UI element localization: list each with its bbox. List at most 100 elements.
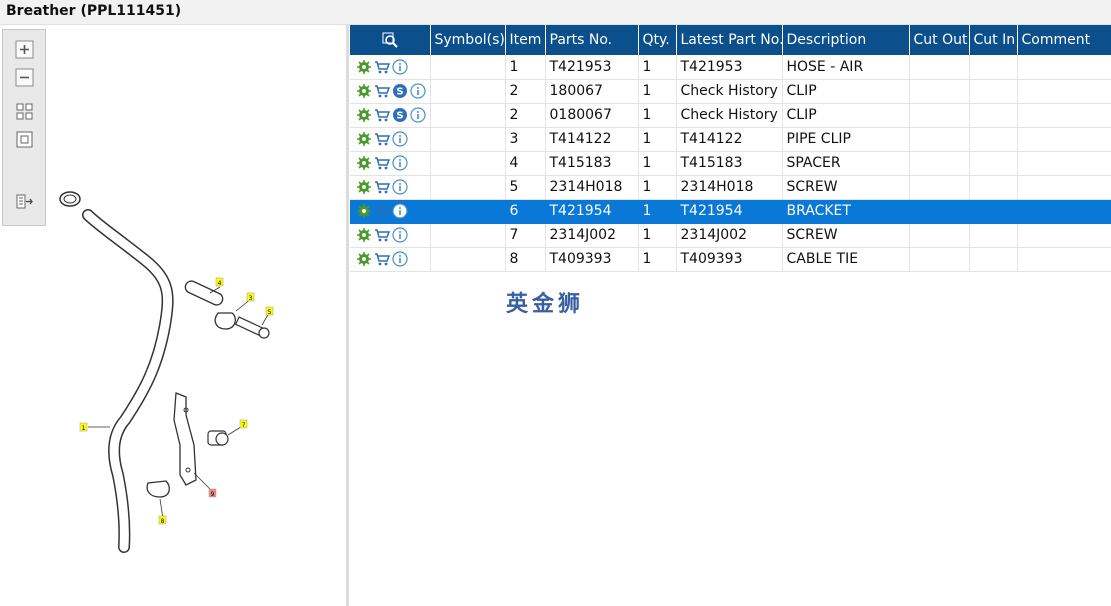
cart-icon[interactable] xyxy=(374,59,390,75)
cut-out-cell xyxy=(909,79,970,104)
s-icon[interactable]: S xyxy=(392,107,408,123)
callout-3[interactable]: 3 xyxy=(246,292,255,302)
cut-in-cell xyxy=(969,79,1018,104)
parts-table: Symbol(s) Item Parts No. Qty. Latest Par… xyxy=(350,25,1111,272)
column-header-latest-part-no[interactable]: Latest Part No. xyxy=(676,25,783,55)
row-actions-cell: S xyxy=(350,103,431,128)
column-header-actions[interactable] xyxy=(350,25,431,55)
info-icon[interactable] xyxy=(392,251,408,267)
fit-window-icon[interactable] xyxy=(15,130,34,149)
column-header-item[interactable]: Item xyxy=(505,25,546,55)
description-cell: BRACKET xyxy=(782,199,910,224)
settings-icon[interactable] xyxy=(356,251,372,267)
table-row[interactable]: 7 2314J002 1 2314J002 SCREW xyxy=(350,223,1111,248)
settings-icon[interactable] xyxy=(356,83,372,99)
qty-cell: 1 xyxy=(638,151,677,176)
info-icon[interactable] xyxy=(392,227,408,243)
cut-in-cell xyxy=(969,199,1018,224)
cart-icon[interactable] xyxy=(374,203,390,219)
zoom-in-icon[interactable] xyxy=(15,40,34,59)
column-header-cut-out[interactable]: Cut Out xyxy=(909,25,970,55)
table-row[interactable]: S 2 0180067 1 Check History CLIP xyxy=(350,103,1111,128)
settings-icon[interactable] xyxy=(356,179,372,195)
item-cell: 7 xyxy=(505,223,546,248)
comment-cell xyxy=(1017,247,1111,272)
cart-icon[interactable] xyxy=(374,131,390,147)
zoom-out-icon[interactable] xyxy=(15,68,34,87)
cart-icon[interactable] xyxy=(374,251,390,267)
row-actions-cell xyxy=(350,247,431,272)
search-parts-icon[interactable] xyxy=(382,32,398,48)
qty-cell: 1 xyxy=(638,247,677,272)
column-header-cut-in[interactable]: Cut In xyxy=(969,25,1018,55)
settings-icon[interactable] xyxy=(356,131,372,147)
part-number-cell: T421954 xyxy=(545,199,639,224)
info-icon[interactable] xyxy=(410,107,426,123)
latest-part-number-cell: T409393 xyxy=(676,247,783,272)
cut-in-cell xyxy=(969,175,1018,200)
callout-9[interactable]: 9 xyxy=(208,488,217,498)
qty-cell: 1 xyxy=(638,55,677,80)
info-icon[interactable] xyxy=(392,203,408,219)
cart-icon[interactable] xyxy=(374,227,390,243)
table-row[interactable]: 8 T409393 1 T409393 CABLE TIE xyxy=(350,247,1111,272)
cart-icon[interactable] xyxy=(374,155,390,171)
item-cell: 2 xyxy=(505,103,546,128)
cut-in-cell xyxy=(969,55,1018,80)
table-row[interactable]: 1 T421953 1 T421953 HOSE - AIR xyxy=(350,55,1111,80)
comment-cell xyxy=(1017,55,1111,80)
info-icon[interactable] xyxy=(392,155,408,171)
callout-1[interactable]: 1 xyxy=(79,422,88,432)
description-cell: SCREW xyxy=(782,175,910,200)
table-row[interactable]: 6 T421954 1 T421954 BRACKET xyxy=(350,199,1111,224)
exploded-parts-diagram[interactable]: 1 4 3 5 7 9 8 xyxy=(0,25,346,606)
column-header-qty[interactable]: Qty. xyxy=(638,25,677,55)
description-cell: CLIP xyxy=(782,103,910,128)
info-icon[interactable] xyxy=(392,59,408,75)
latest-part-number-cell: Check History xyxy=(676,79,783,104)
table-row[interactable]: S 2 180067 1 Check History CLIP xyxy=(350,79,1111,104)
description-cell: CLIP xyxy=(782,79,910,104)
diagram-pane[interactable]: 1 4 3 5 7 9 8 xyxy=(0,25,346,606)
window-title-bar: Breather (PPL111451) xyxy=(0,0,1111,25)
table-row[interactable]: 5 2314H018 1 2314H018 SCREW xyxy=(350,175,1111,200)
comment-cell xyxy=(1017,103,1111,128)
fit-all-icon[interactable] xyxy=(15,102,34,121)
callout-4[interactable]: 4 xyxy=(215,277,224,287)
part-number-cell: T415183 xyxy=(545,151,639,176)
column-header-description[interactable]: Description xyxy=(782,25,910,55)
info-icon[interactable] xyxy=(392,131,408,147)
callout-9-label: 9 xyxy=(211,491,215,498)
settings-icon[interactable] xyxy=(356,155,372,171)
cut-out-cell xyxy=(909,103,970,128)
column-header-comment[interactable]: Comment xyxy=(1017,25,1111,55)
column-header-symbols[interactable]: Symbol(s) xyxy=(430,25,506,55)
settings-icon[interactable] xyxy=(356,227,372,243)
latest-part-number-cell: 2314H018 xyxy=(676,175,783,200)
settings-icon[interactable] xyxy=(356,59,372,75)
part-number-cell: T421953 xyxy=(545,55,639,80)
table-row[interactable]: 4 T415183 1 T415183 SPACER xyxy=(350,151,1111,176)
list-toggle-icon[interactable] xyxy=(15,192,34,211)
column-header-parts-no[interactable]: Parts No. xyxy=(545,25,639,55)
info-icon[interactable] xyxy=(392,179,408,195)
callout-8[interactable]: 8 xyxy=(158,515,167,525)
table-row[interactable]: 3 T414122 1 T414122 PIPE CLIP xyxy=(350,127,1111,152)
comment-cell xyxy=(1017,199,1111,224)
cart-icon[interactable] xyxy=(374,179,390,195)
cut-in-cell xyxy=(969,151,1018,176)
symbols-cell xyxy=(430,151,506,176)
row-actions-cell xyxy=(350,223,431,248)
cut-out-cell xyxy=(909,151,970,176)
row-actions-cell xyxy=(350,127,431,152)
settings-icon[interactable] xyxy=(356,107,372,123)
info-icon[interactable] xyxy=(410,83,426,99)
callout-7[interactable]: 7 xyxy=(239,419,248,429)
cart-icon[interactable] xyxy=(374,83,390,99)
callout-5[interactable]: 5 xyxy=(265,306,274,316)
pane-splitter[interactable] xyxy=(346,25,349,606)
settings-icon[interactable] xyxy=(356,203,372,219)
cart-icon[interactable] xyxy=(374,107,390,123)
s-icon[interactable]: S xyxy=(392,83,408,99)
symbols-cell xyxy=(430,79,506,104)
